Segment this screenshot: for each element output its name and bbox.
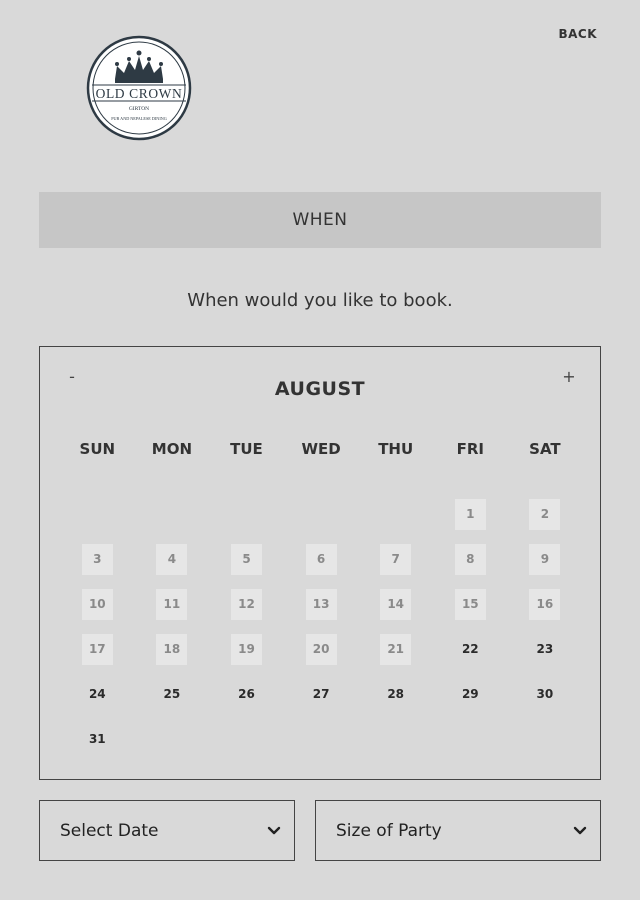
party-size-dropdown[interactable]: Size of Party <box>315 800 601 861</box>
month-title: AUGUST <box>274 378 366 400</box>
weekday-thu: THU <box>378 440 414 458</box>
calendar-day-15: 15 <box>454 589 486 620</box>
calendar-day-31[interactable]: 31 <box>82 724 113 755</box>
weekday-sat: SAT <box>529 440 561 458</box>
select-date-label: Select Date <box>60 820 159 841</box>
chevron-down-icon <box>573 826 587 835</box>
svg-text:PUB AND NEPALESE DINING: PUB AND NEPALESE DINING <box>111 116 167 121</box>
calendar-day-10: 10 <box>81 589 113 620</box>
weekday-tue: TUE <box>230 440 263 458</box>
party-size-label: Size of Party <box>336 820 442 841</box>
weekday-sun: SUN <box>79 440 116 458</box>
calendar-day-20: 20 <box>305 634 337 665</box>
calendar-day-8: 8 <box>454 544 486 575</box>
booking-prompt: When would you like to book. <box>187 290 453 311</box>
calendar: - AUGUST + SUN MON TUE WED THU FRI SAT 1234567… <box>39 346 601 780</box>
next-month-button[interactable]: + <box>559 367 579 386</box>
calendar-day-24[interactable]: 24 <box>82 679 113 710</box>
calendar-day-1: 1 <box>454 499 486 530</box>
old-crown-logo: OLD CROWN GIRTON PUB AND NEPALESE DINING <box>86 35 192 141</box>
calendar-day-14: 14 <box>380 589 412 620</box>
weekday-wed: WED <box>301 440 341 458</box>
calendar-day-25[interactable]: 25 <box>156 679 187 710</box>
calendar-day-16: 16 <box>529 589 561 620</box>
calendar-day-19: 19 <box>231 634 262 665</box>
calendar-day-12: 12 <box>231 589 262 620</box>
select-date-dropdown[interactable]: Select Date <box>39 800 295 861</box>
calendar-day-26[interactable]: 26 <box>231 679 262 710</box>
calendar-day-13: 13 <box>305 589 337 620</box>
calendar-day-7: 7 <box>380 544 412 575</box>
calendar-day-4: 4 <box>156 544 188 575</box>
calendar-day-29[interactable]: 29 <box>455 679 486 710</box>
chevron-down-icon <box>267 826 281 835</box>
calendar-day-9: 9 <box>529 544 561 575</box>
calendar-day-28[interactable]: 28 <box>380 679 411 710</box>
calendar-day-5: 5 <box>231 544 262 575</box>
calendar-day-21: 21 <box>380 634 412 665</box>
svg-text:OLD CROWN: OLD CROWN <box>96 86 183 101</box>
weekday-mon: MON <box>151 440 192 458</box>
calendar-day-30[interactable]: 30 <box>529 679 560 710</box>
weekday-fri: FRI <box>456 440 484 458</box>
calendar-day-3: 3 <box>81 544 113 575</box>
calendar-day-18: 18 <box>156 634 188 665</box>
calendar-day-23[interactable]: 23 <box>529 634 560 665</box>
back-link[interactable]: BACK <box>558 27 597 41</box>
section-header-when: WHEN <box>39 192 601 248</box>
svg-text:GIRTON: GIRTON <box>129 106 149 112</box>
calendar-day-17: 17 <box>81 634 113 665</box>
calendar-day-22[interactable]: 22 <box>455 634 486 665</box>
calendar-day-11: 11 <box>156 589 188 620</box>
calendar-day-2: 2 <box>529 499 561 530</box>
calendar-day-6: 6 <box>305 544 337 575</box>
calendar-day-27[interactable]: 27 <box>306 679 337 710</box>
